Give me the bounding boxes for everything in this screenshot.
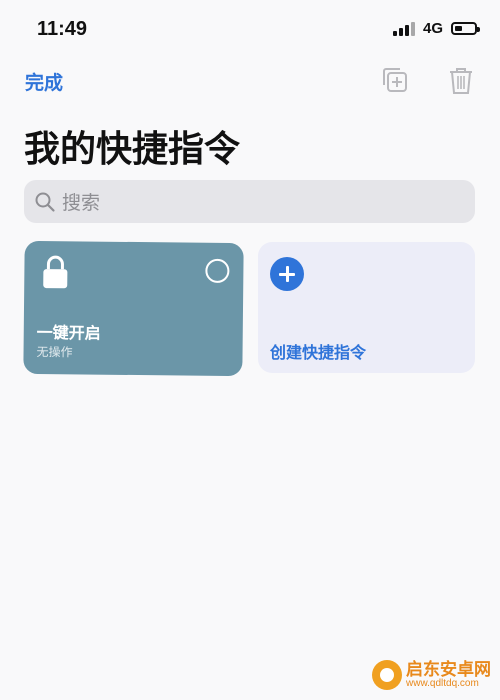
- duplicate-icon: [383, 68, 407, 92]
- create-shortcut-card[interactable]: 创建快捷指令: [258, 242, 475, 373]
- network-type: 4G: [422, 20, 443, 37]
- watermark-url: www.qdltdq.com: [406, 677, 479, 689]
- battery-icon: [451, 22, 480, 35]
- trash-icon: [450, 68, 472, 94]
- duplicate-button[interactable]: [378, 63, 412, 97]
- status-bar: 11:49 4G: [0, 0, 500, 56]
- watermark: 启东安卓网 www.qdltdq.com: [372, 660, 491, 690]
- battery-level: [455, 26, 462, 31]
- watermark-logo-icon: [372, 660, 402, 690]
- shortcut-card[interactable]: 一键开启 无操作: [23, 240, 244, 377]
- select-circle[interactable]: [205, 258, 230, 284]
- navigation-bar: 完成: [0, 58, 500, 102]
- watermark-name: 启东安卓网: [406, 659, 491, 680]
- page-title: 我的快捷指令: [24, 129, 241, 170]
- signal-bars-icon: [392, 21, 415, 36]
- status-indicators: 4G: [392, 20, 480, 37]
- search-placeholder: 搜索: [62, 192, 101, 214]
- lock-icon: [43, 255, 68, 289]
- trash-button[interactable]: [444, 63, 478, 97]
- shortcut-title: 一键开启: [36, 322, 101, 343]
- search-input[interactable]: 搜索: [24, 180, 475, 223]
- status-time: 11:49: [37, 18, 88, 40]
- done-button[interactable]: 完成: [25, 68, 63, 95]
- shortcut-subtitle: 无操作: [36, 344, 73, 360]
- plus-circle-icon: [270, 257, 304, 291]
- create-shortcut-label: 创建快捷指令: [270, 343, 367, 362]
- search-icon: [35, 192, 55, 212]
